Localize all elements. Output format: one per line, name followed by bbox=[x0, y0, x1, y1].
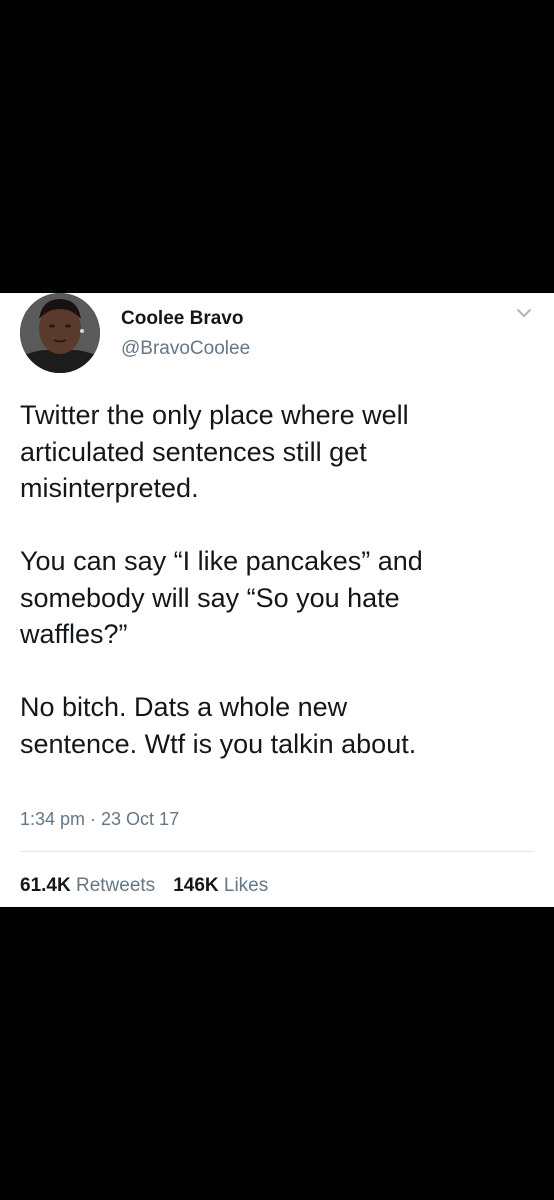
likes-label: Likes bbox=[223, 875, 269, 896]
tweet-line: articulated sentences still get bbox=[20, 436, 367, 467]
tweet-paragraph: Twitter the only place where well articu… bbox=[20, 397, 540, 507]
divider bbox=[20, 851, 534, 852]
screenshot: Coolee Bravo @BravoCoolee Twitter the on… bbox=[0, 0, 554, 1200]
likes-stat[interactable]: 146K Likes bbox=[173, 875, 268, 896]
tweet-paragraph: No bitch. Dats a whole new sentence. Wtf… bbox=[20, 689, 540, 762]
tweet-text: Twitter the only place where well articu… bbox=[20, 397, 540, 762]
tweet-line: You can say “I like pancakes” and bbox=[20, 546, 423, 576]
tweet-timestamp[interactable]: 1:34 pm · 23 Oct 17 bbox=[20, 809, 179, 830]
top-black-bar bbox=[0, 0, 554, 293]
chevron-down-icon[interactable] bbox=[514, 305, 534, 321]
tweet-line: Twitter the only place where well bbox=[20, 400, 409, 430]
tweet-line: misinterpreted. bbox=[20, 473, 199, 503]
retweets-stat[interactable]: 61.4K Retweets bbox=[20, 875, 155, 896]
user-handle[interactable]: @BravoCoolee bbox=[121, 338, 250, 360]
tweet-line: sentence. Wtf is you talkin about. bbox=[20, 728, 417, 759]
avatar-photo bbox=[20, 293, 100, 373]
retweets-label: Retweets bbox=[75, 875, 156, 896]
avatar[interactable] bbox=[20, 293, 100, 373]
tweet-line: No bitch. Dats a whole new bbox=[20, 692, 348, 722]
tweet-line: waffles?” bbox=[20, 619, 128, 649]
retweets-count: 61.4K bbox=[20, 875, 71, 896]
tweet-card: Coolee Bravo @BravoCoolee Twitter the on… bbox=[0, 293, 554, 907]
tweet-stats: 61.4K Retweets 146K Likes bbox=[20, 875, 268, 897]
likes-count: 146K bbox=[173, 875, 219, 896]
display-name[interactable]: Coolee Bravo bbox=[121, 308, 243, 330]
tweet-line: somebody will say “So you hate bbox=[20, 582, 400, 613]
bottom-black-bar bbox=[0, 907, 554, 1200]
tweet-paragraph: You can say “I like pancakes” and somebo… bbox=[20, 543, 540, 653]
